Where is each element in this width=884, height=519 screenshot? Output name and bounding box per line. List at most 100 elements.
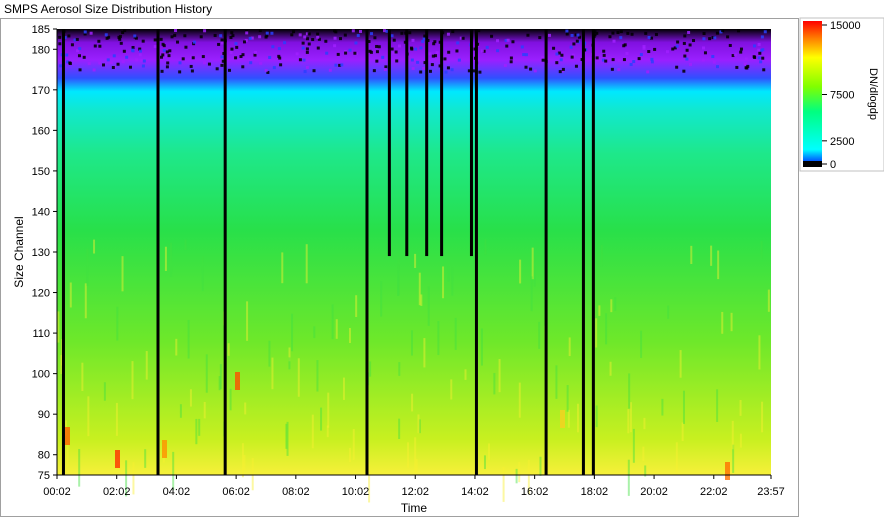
speckle xyxy=(428,52,432,56)
speckle xyxy=(681,422,684,442)
speckle xyxy=(258,29,262,33)
speckle xyxy=(131,361,134,400)
speckle xyxy=(414,47,418,51)
speckle xyxy=(567,409,570,428)
speckle xyxy=(505,44,509,48)
speckle xyxy=(183,34,187,38)
speckle xyxy=(241,65,245,69)
speckle xyxy=(715,31,719,35)
speckle xyxy=(435,51,439,55)
speckle xyxy=(398,362,401,376)
speckle xyxy=(131,46,135,50)
speckle xyxy=(570,33,574,37)
speckle xyxy=(629,63,633,67)
speckle xyxy=(423,338,426,368)
speckle xyxy=(496,49,500,53)
speckle xyxy=(122,49,126,53)
speckle xyxy=(757,48,761,52)
speckle xyxy=(265,31,269,35)
speckle xyxy=(375,44,379,48)
speckle xyxy=(305,244,308,284)
speckle xyxy=(203,61,207,65)
speckle xyxy=(97,39,101,43)
speckle xyxy=(244,402,247,415)
speckle xyxy=(408,31,412,35)
speckle xyxy=(612,39,616,43)
speckle xyxy=(485,45,489,49)
speckle xyxy=(610,299,613,313)
speckle xyxy=(416,60,420,64)
speckle xyxy=(342,377,345,400)
speckle xyxy=(708,37,712,41)
speckle xyxy=(730,312,733,332)
speckle xyxy=(559,58,563,62)
speckle xyxy=(106,58,110,62)
speckle xyxy=(248,36,252,40)
speckle xyxy=(647,50,651,54)
speckle xyxy=(338,37,342,41)
speckle xyxy=(278,56,282,60)
speckle xyxy=(447,266,450,282)
speckle xyxy=(683,34,687,38)
speckle xyxy=(375,50,379,54)
speckle xyxy=(166,61,170,65)
speckle xyxy=(689,62,693,66)
y-tick-label: 140 xyxy=(32,206,50,218)
speckle xyxy=(610,67,614,71)
speckle xyxy=(335,319,338,339)
speckle xyxy=(383,67,387,71)
speckle xyxy=(397,263,400,296)
speckle xyxy=(398,418,401,439)
gap-line xyxy=(156,29,160,475)
speckle xyxy=(619,36,623,40)
speckle xyxy=(302,58,306,62)
speckle xyxy=(138,49,142,53)
speckle xyxy=(701,58,705,62)
speckle xyxy=(118,37,122,41)
speckle xyxy=(165,50,169,54)
speckle xyxy=(522,53,526,57)
speckle xyxy=(98,44,102,48)
speckle xyxy=(159,37,163,41)
speckle xyxy=(115,402,118,436)
speckle xyxy=(111,66,115,70)
speckle xyxy=(93,44,97,48)
speckle xyxy=(731,420,734,450)
colorbar-tick-label: 2500 xyxy=(830,136,854,148)
speckle xyxy=(170,35,174,39)
speckle xyxy=(326,425,329,438)
gap-line xyxy=(405,29,409,257)
speckle xyxy=(195,418,198,445)
speckle xyxy=(561,67,565,71)
speckle xyxy=(249,61,253,65)
speckle xyxy=(305,47,309,51)
speckle xyxy=(69,282,72,308)
speckle xyxy=(461,36,465,40)
speckle xyxy=(181,57,185,61)
gap-line xyxy=(61,29,65,475)
speckle xyxy=(676,40,680,44)
speckle xyxy=(602,49,606,53)
speckle xyxy=(279,63,283,67)
speckle xyxy=(575,39,579,43)
speckle xyxy=(324,39,328,43)
speckle xyxy=(109,61,113,65)
speckle xyxy=(627,409,630,434)
speckle xyxy=(728,43,732,47)
speckle xyxy=(560,53,564,57)
speckle xyxy=(333,44,337,48)
speckle xyxy=(87,396,90,437)
speckle xyxy=(353,51,357,55)
speckle xyxy=(430,63,434,67)
speckle xyxy=(327,392,330,428)
speckle xyxy=(82,55,86,59)
speckle xyxy=(685,57,689,61)
speckle xyxy=(464,369,467,380)
speckle xyxy=(451,30,455,34)
speckle xyxy=(654,32,658,36)
speckle xyxy=(290,33,294,37)
speckle xyxy=(187,319,190,359)
speckle xyxy=(568,337,571,357)
speckle xyxy=(602,53,606,57)
speckle xyxy=(381,55,385,59)
